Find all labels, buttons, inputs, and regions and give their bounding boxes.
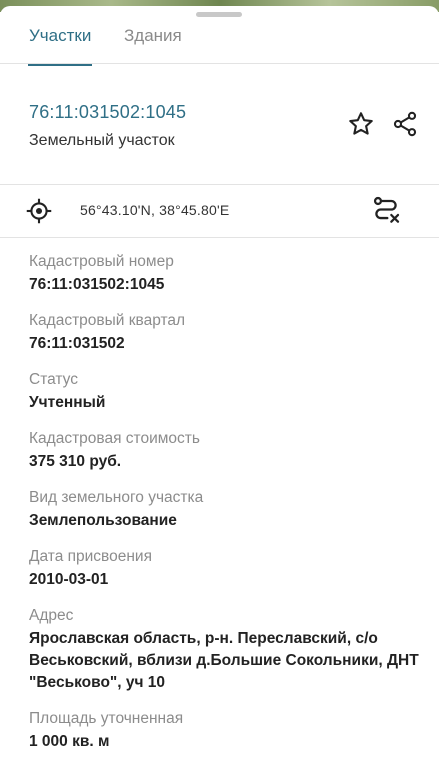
field-value: Учтенный xyxy=(29,394,106,411)
field-value: Ярославская область, р-н. Переславский, … xyxy=(29,630,419,691)
field-cadastral-number: Кадастровый номер 76:11:031502:1045 xyxy=(29,252,419,296)
object-type: Земельный участок xyxy=(29,132,175,149)
field-land-type: Вид земельного участка Землепользование xyxy=(29,488,419,532)
field-cadastral-value: Кадастровая стоимость 375 310 руб. xyxy=(29,429,419,473)
field-label: Кадастровый номер xyxy=(29,253,174,270)
field-status: Статус Учтенный xyxy=(29,370,419,414)
field-label: Адрес xyxy=(29,607,74,624)
tab-bar: Участки Здания xyxy=(0,20,439,66)
field-label: Площадь уточненная xyxy=(29,710,184,727)
field-cadastral-quarter: Кадастровый квартал 76:11:031502 xyxy=(29,311,419,355)
coordinates-bar: 56°43.10'N, 38°45.80'E xyxy=(0,184,439,238)
cadastral-number-link[interactable]: 76:11:031502:1045 xyxy=(29,102,186,123)
favorite-button[interactable] xyxy=(345,108,377,140)
star-icon xyxy=(349,112,373,135)
bottom-sheet: Участки Здания 76:11:031502:1045 Земельн… xyxy=(0,6,439,768)
field-label: Кадастровая стоимость xyxy=(29,430,200,447)
route-icon[interactable] xyxy=(370,195,402,227)
field-label: Кадастровый квартал xyxy=(29,312,186,329)
tab-plots[interactable]: Участки xyxy=(27,24,93,66)
coordinates-text[interactable]: 56°43.10'N, 38°45.80'E xyxy=(80,202,229,218)
drag-handle[interactable] xyxy=(196,12,242,17)
field-value: 76:11:031502:1045 xyxy=(29,276,165,293)
field-value: 1 000 кв. м xyxy=(29,733,110,750)
field-label: Статус xyxy=(29,371,78,388)
share-icon xyxy=(393,111,417,137)
field-value: 76:11:031502 xyxy=(29,335,125,352)
field-address: Адрес Ярославская область, р-н. Переслав… xyxy=(29,606,419,694)
property-details: Кадастровый номер 76:11:031502:1045 Када… xyxy=(29,252,419,768)
field-label: Дата присвоения xyxy=(29,548,152,565)
my-location-icon[interactable] xyxy=(25,197,53,225)
field-value: 2010-03-01 xyxy=(29,571,109,588)
tab-buildings[interactable]: Здания xyxy=(124,24,182,60)
field-value: 375 310 руб. xyxy=(29,453,122,470)
field-value: Землепользование xyxy=(29,512,177,529)
object-header: 76:11:031502:1045 Земельный участок xyxy=(0,64,439,182)
field-assignment-date: Дата присвоения 2010-03-01 xyxy=(29,547,419,591)
field-label: Вид земельного участка xyxy=(29,489,204,506)
share-button[interactable] xyxy=(389,108,421,140)
field-area: Площадь уточненная 1 000 кв. м xyxy=(29,709,419,753)
